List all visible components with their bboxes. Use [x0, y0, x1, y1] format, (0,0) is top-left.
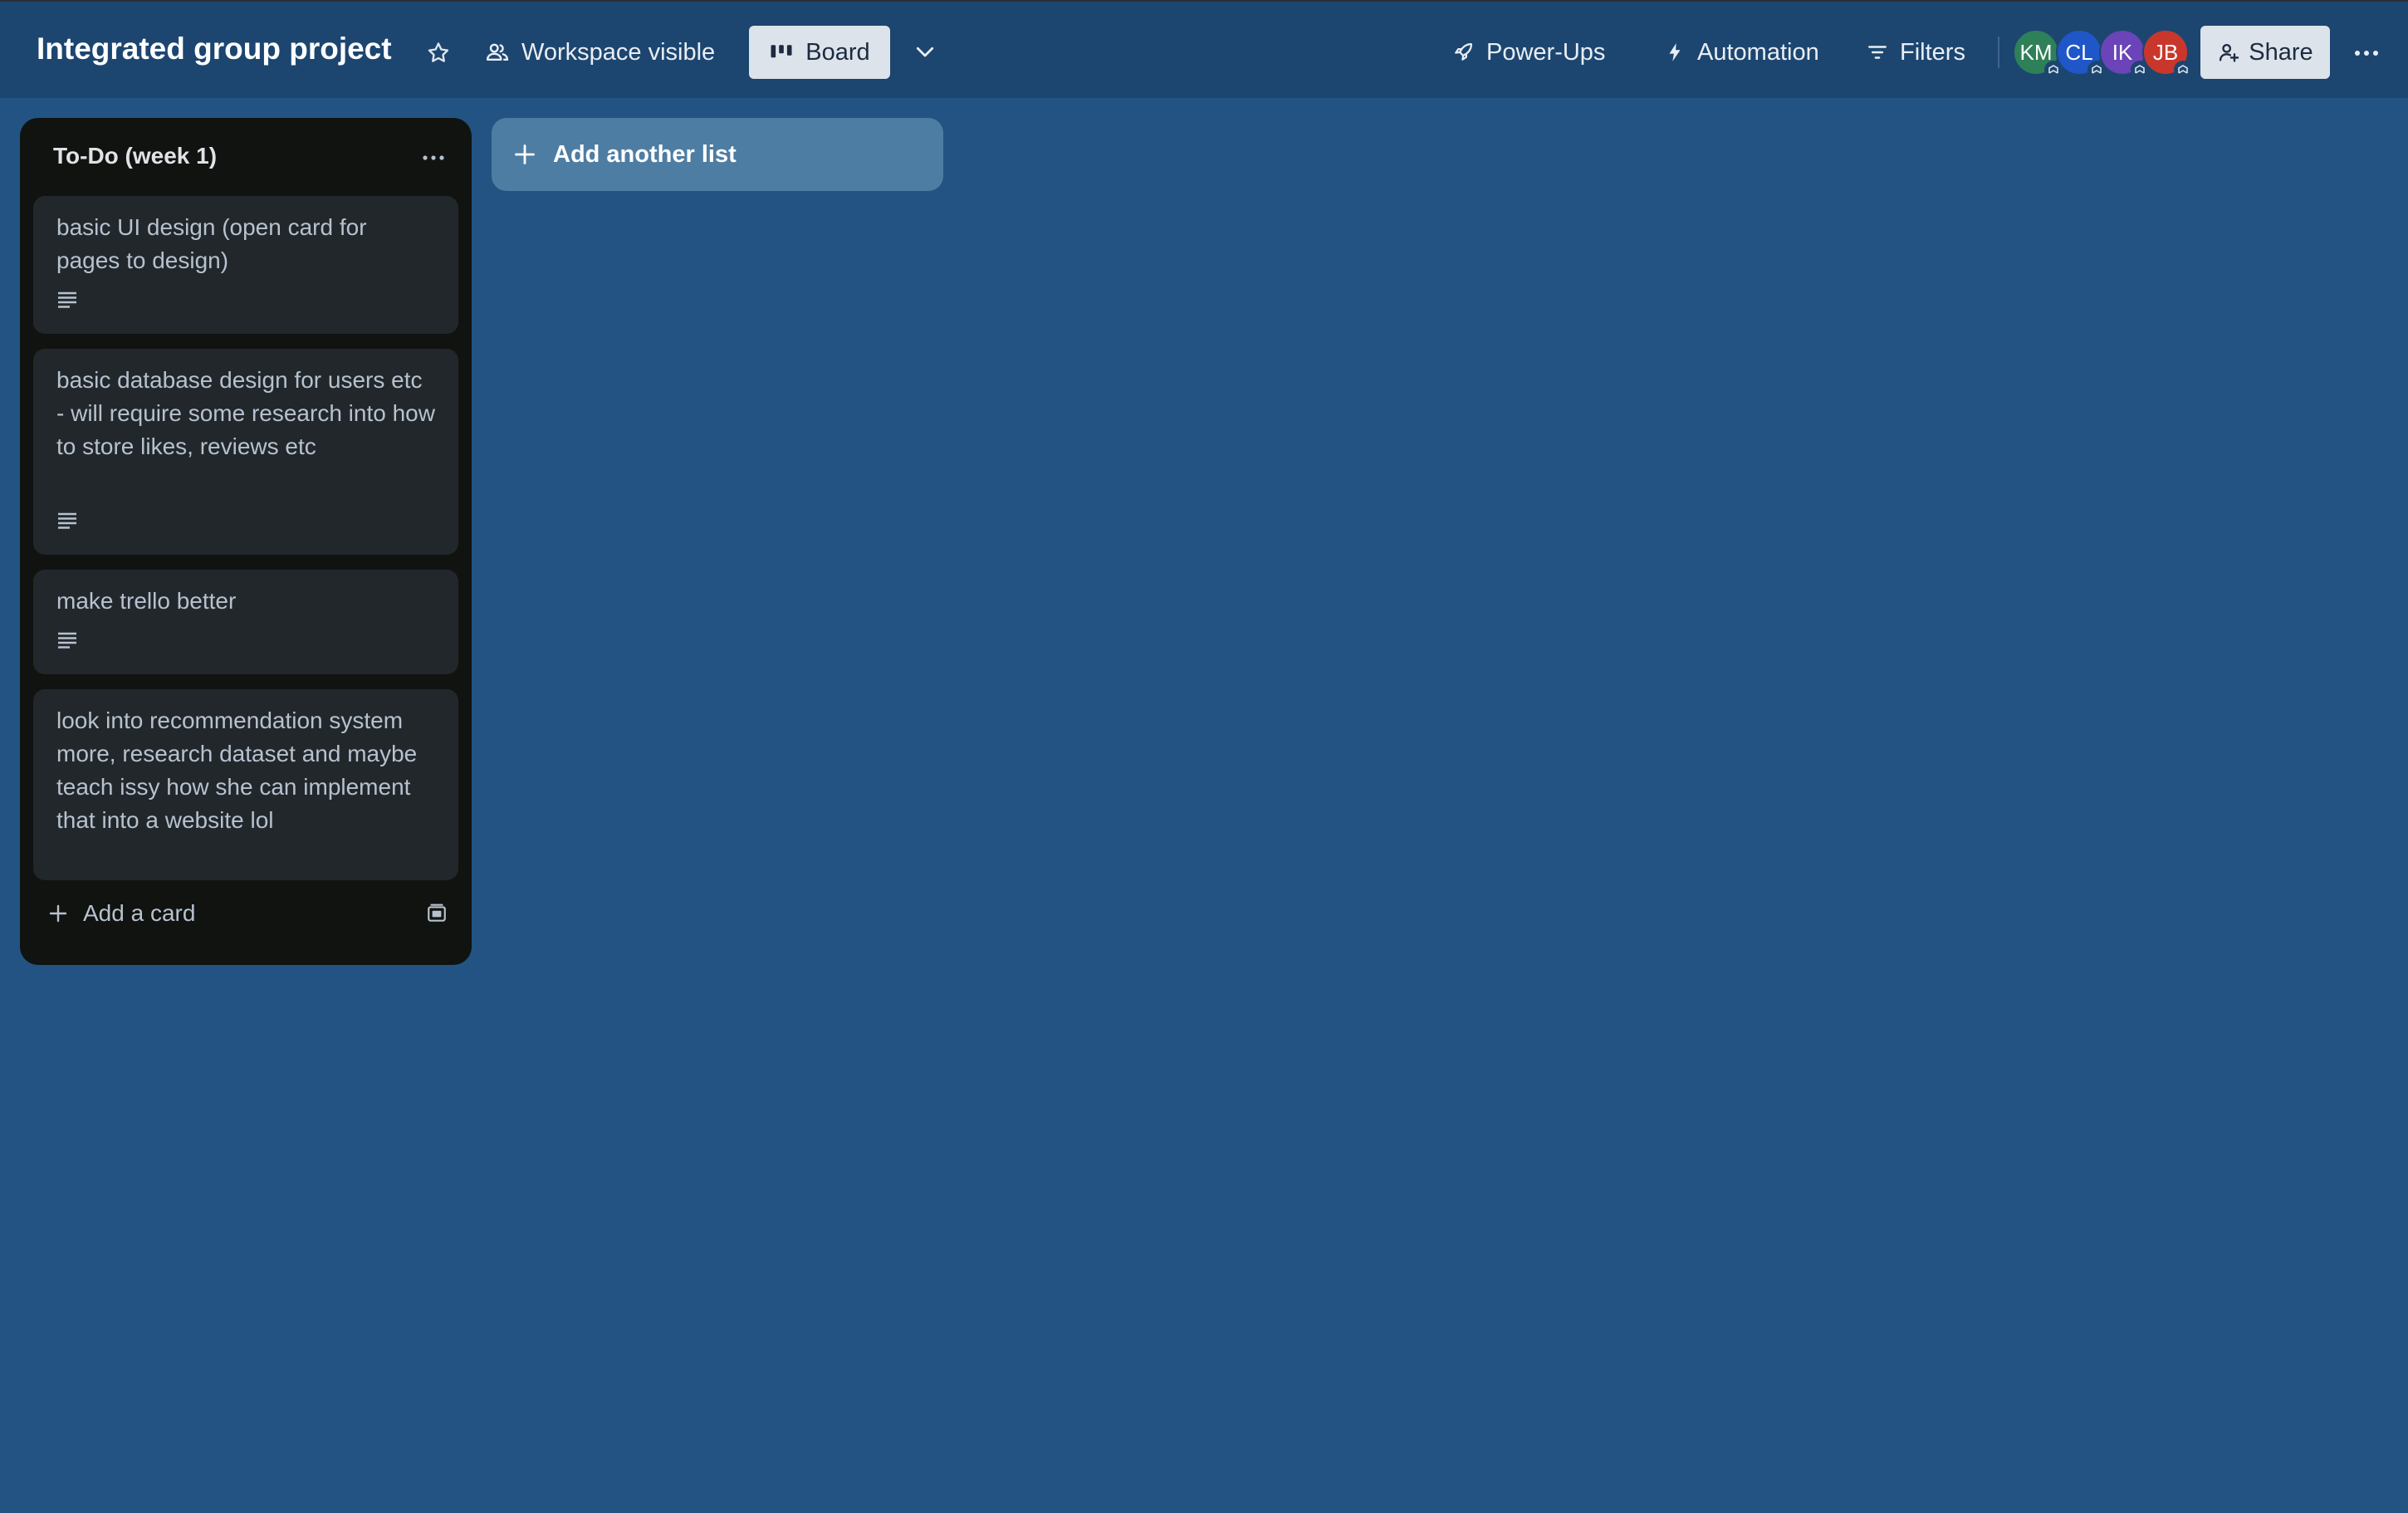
powerups-button[interactable]: Power-Ups [1451, 27, 1605, 78]
lightning-icon [1669, 43, 1681, 61]
board-view-label: Board [805, 38, 870, 66]
member-avatar-jb[interactable]: JB [2142, 29, 2192, 79]
plus-icon [515, 144, 535, 164]
card-title: basic database design for users etc - wi… [56, 367, 435, 459]
card-title: basic UI design (open card for pages to … [56, 214, 367, 273]
star-button[interactable] [420, 35, 457, 71]
card[interactable]: basic database design for users etc - wi… [33, 349, 458, 555]
list-actions-button[interactable] [414, 141, 453, 174]
share-button[interactable]: Share [2200, 26, 2330, 79]
description-icon [58, 632, 76, 649]
member-initials: CL [2065, 39, 2093, 65]
create-from-template-button[interactable] [418, 895, 455, 932]
automation-button[interactable]: Automation [1664, 27, 1819, 78]
member-initials: JB [2152, 39, 2179, 65]
board-view-button[interactable]: Board [749, 26, 890, 79]
board-menu-button[interactable] [2347, 33, 2386, 73]
board-header: Integrated group project Workspace visib… [0, 0, 2408, 98]
visibility-label: Workspace visible [521, 38, 716, 66]
visibility-button[interactable]: Workspace visible [485, 27, 715, 78]
add-card-label: Add a card [83, 900, 196, 926]
description-icon [58, 512, 76, 529]
card[interactable]: basic UI design (open card for pages to … [33, 196, 458, 334]
member-avatar-cl[interactable]: CL [2056, 29, 2106, 79]
member-initials: IK [2112, 39, 2133, 65]
card-title: look into recommendation system more, re… [56, 708, 418, 833]
header-divider [1998, 37, 1999, 68]
add-list-button[interactable]: Add another list [492, 118, 943, 191]
board-title[interactable]: Integrated group project [37, 32, 392, 66]
card-title: make trello better [56, 588, 237, 614]
view-switcher-button[interactable] [905, 32, 945, 71]
card[interactable]: make trello better [33, 570, 458, 674]
template-icon [428, 903, 446, 922]
add-card-button[interactable]: Add a card [48, 900, 195, 927]
description-icon [58, 291, 76, 308]
admin-badge-icon [2174, 61, 2192, 79]
list-todo-week-1[interactable]: To-Do (week 1) basic UI design (open car… [20, 118, 472, 965]
filter-icon [1868, 46, 1887, 59]
member-avatar-ik[interactable]: IK [2099, 29, 2149, 79]
automation-label: Automation [1697, 38, 1819, 66]
star-icon [428, 42, 449, 62]
add-person-icon [2220, 43, 2239, 62]
member-avatar-km[interactable]: KM [2013, 29, 2063, 79]
filters-label: Filters [1900, 38, 1965, 66]
people-icon [486, 43, 509, 61]
powerups-label: Power-Ups [1486, 38, 1606, 66]
rocket-icon [1455, 42, 1473, 61]
board-icon [771, 45, 792, 58]
share-label: Share [2249, 38, 2313, 66]
more-horizontal-icon [423, 155, 444, 160]
list-title[interactable]: To-Do (week 1) [53, 143, 217, 169]
plus-icon [49, 904, 67, 923]
chevron-down-icon [916, 47, 934, 57]
more-horizontal-icon [2355, 51, 2378, 56]
member-initials: KM [2019, 39, 2053, 65]
add-list-label: Add another list [553, 140, 737, 168]
board-window: Integrated group project Workspace visib… [0, 0, 2408, 1513]
filters-button[interactable]: Filters [1867, 27, 1965, 78]
card[interactable]: look into recommendation system more, re… [33, 689, 458, 880]
